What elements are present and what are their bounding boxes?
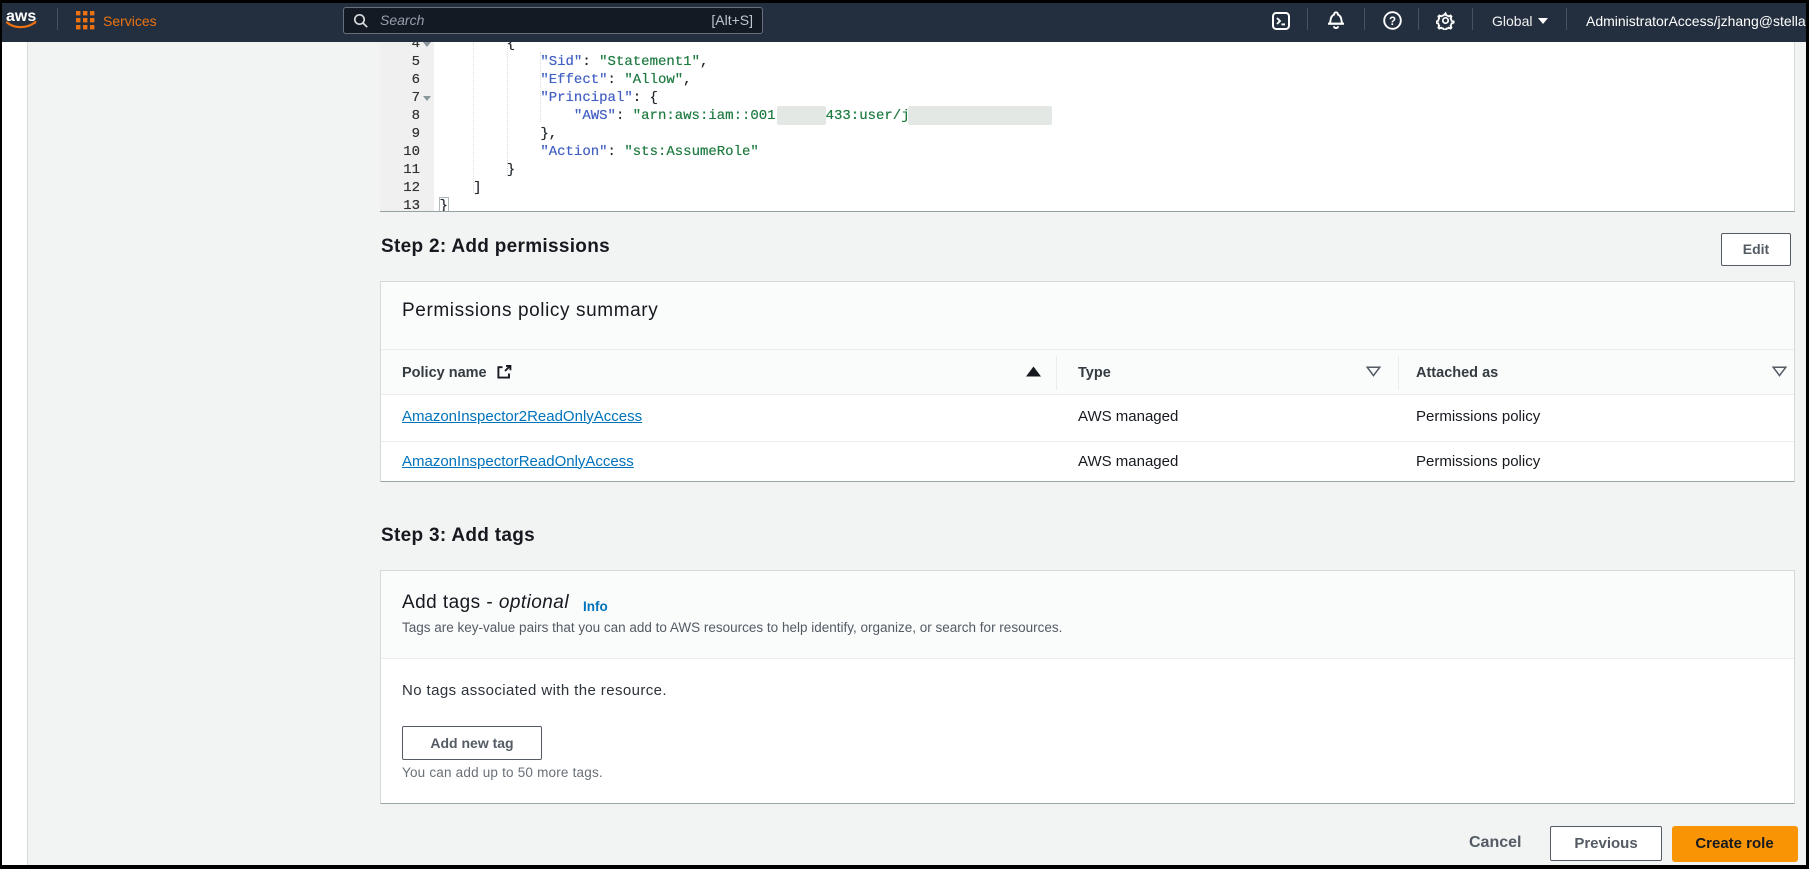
svg-text:aws: aws	[6, 8, 36, 25]
svg-text:?: ?	[1388, 16, 1395, 28]
